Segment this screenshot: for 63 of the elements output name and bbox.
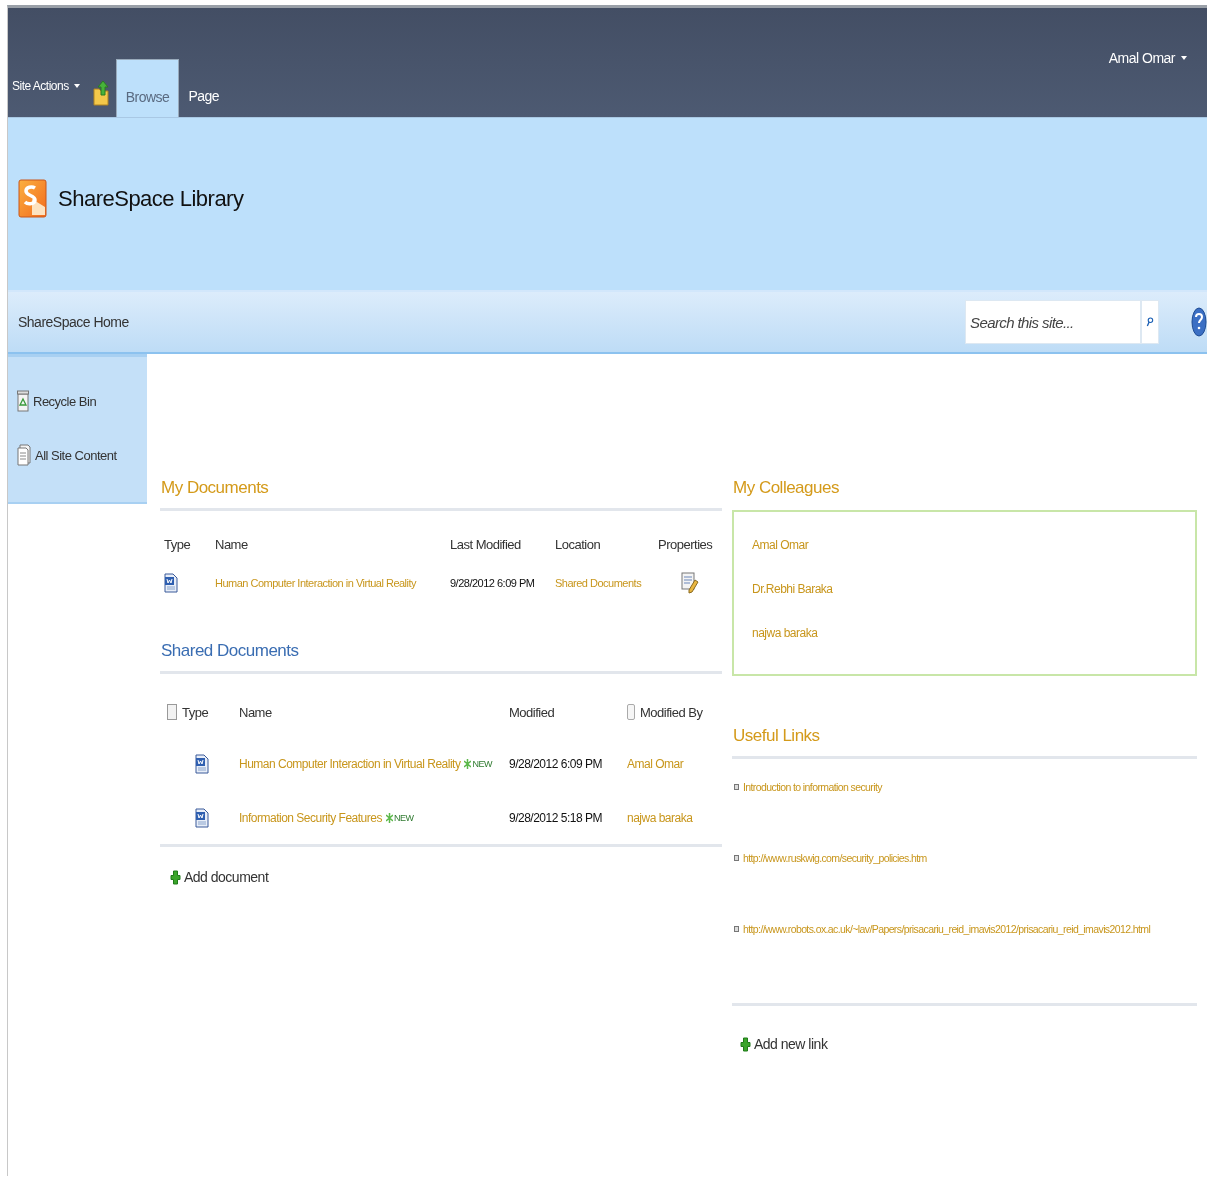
sparkle-icon	[464, 759, 472, 769]
user-link[interactable]: Amal Omar	[627, 757, 684, 771]
site-title: ShareSpace Library	[58, 186, 244, 212]
edit-properties-icon[interactable]	[681, 572, 699, 594]
sparkle-icon	[385, 813, 393, 823]
search-field[interactable]: Search this site...	[965, 300, 1141, 344]
table-cell: 9/28/2012 6:09 PM	[450, 577, 535, 589]
add-document-link[interactable]: Add document	[160, 847, 722, 885]
section-heading: My Colleagues	[732, 478, 840, 499]
column-header: Properties	[658, 537, 714, 552]
column-header: Name	[215, 537, 249, 552]
web-link[interactable]: Introduction to information security	[743, 781, 882, 793]
bullet-icon	[734, 926, 739, 932]
word-document-icon	[195, 754, 209, 774]
new-label: NEW	[472, 759, 492, 769]
column-header: Type	[182, 704, 209, 720]
caret-icon	[1181, 56, 1187, 60]
plus-icon	[170, 869, 181, 885]
ribbon-tab[interactable]: Page	[179, 59, 229, 117]
user-menu[interactable]: Amal Omar	[1108, 50, 1187, 66]
column-icon	[627, 704, 635, 720]
section-heading: My Documents	[160, 478, 270, 499]
bin-icon	[17, 390, 29, 412]
web-link[interactable]: http://www.robots.ox.ac.uk/~lav/Papers/prisacariu_reid_imavis2012/prisacariu_reid_imavis2012.html	[743, 923, 1151, 935]
site-logo[interactable]	[18, 179, 48, 219]
word-document-icon	[164, 573, 178, 593]
user-link[interactable]: najwa baraka	[627, 811, 693, 825]
plus-icon	[740, 1036, 751, 1052]
table-cell: 9/28/2012 5:18 PM	[509, 811, 602, 825]
location-link[interactable]: Shared Documents	[555, 577, 642, 589]
section-heading[interactable]: Shared Documents	[160, 641, 722, 671]
add-link[interactable]: Add new link	[732, 1006, 1197, 1052]
checkbox[interactable]	[167, 704, 177, 720]
document-link[interactable]: Human Computer Interaction in Virtual Reality	[239, 757, 461, 771]
bullet-icon	[734, 784, 739, 790]
ribbon-tab[interactable]: Browse	[115, 59, 180, 117]
document-link[interactable]: Information Security Features	[239, 811, 382, 825]
web-link[interactable]: http://www.ruskwig.com/security_policies.htm	[743, 852, 927, 864]
colleague-link[interactable]: najwa baraka	[752, 626, 1177, 640]
help-icon[interactable]	[1191, 307, 1207, 337]
column-header: Modified	[509, 704, 555, 720]
document-icon	[17, 444, 31, 466]
search-icon[interactable]	[1141, 300, 1159, 344]
column-header: Type	[164, 537, 192, 552]
word-document-icon	[195, 808, 209, 828]
table-cell: 9/28/2012 6:09 PM	[509, 757, 602, 771]
sidebar-item[interactable]: Recycle Bin	[8, 387, 147, 415]
sidebar-item[interactable]: All Site Content	[8, 441, 147, 469]
column-header: Location	[555, 537, 602, 552]
bullet-icon	[734, 855, 739, 861]
column-header: Modified By	[640, 704, 703, 720]
site-actions-menu[interactable]: Site Actions	[8, 63, 86, 109]
column-header: Name	[239, 704, 272, 720]
search-input[interactable]: Search this site...	[966, 313, 1140, 331]
column-header: Last Modified	[450, 537, 522, 552]
caret-icon	[73, 84, 80, 88]
colleague-link[interactable]: Amal Omar	[752, 538, 1177, 552]
document-link[interactable]: Human Computer Interaction in Virtual Reality	[215, 577, 417, 589]
new-label: NEW	[393, 813, 414, 823]
colleague-link[interactable]: Dr.Rebhi Baraka	[752, 582, 1177, 596]
home-link[interactable]: ShareSpace Home	[18, 314, 129, 330]
folder-up-icon[interactable]	[91, 79, 110, 107]
section-heading: Useful Links	[732, 726, 821, 747]
